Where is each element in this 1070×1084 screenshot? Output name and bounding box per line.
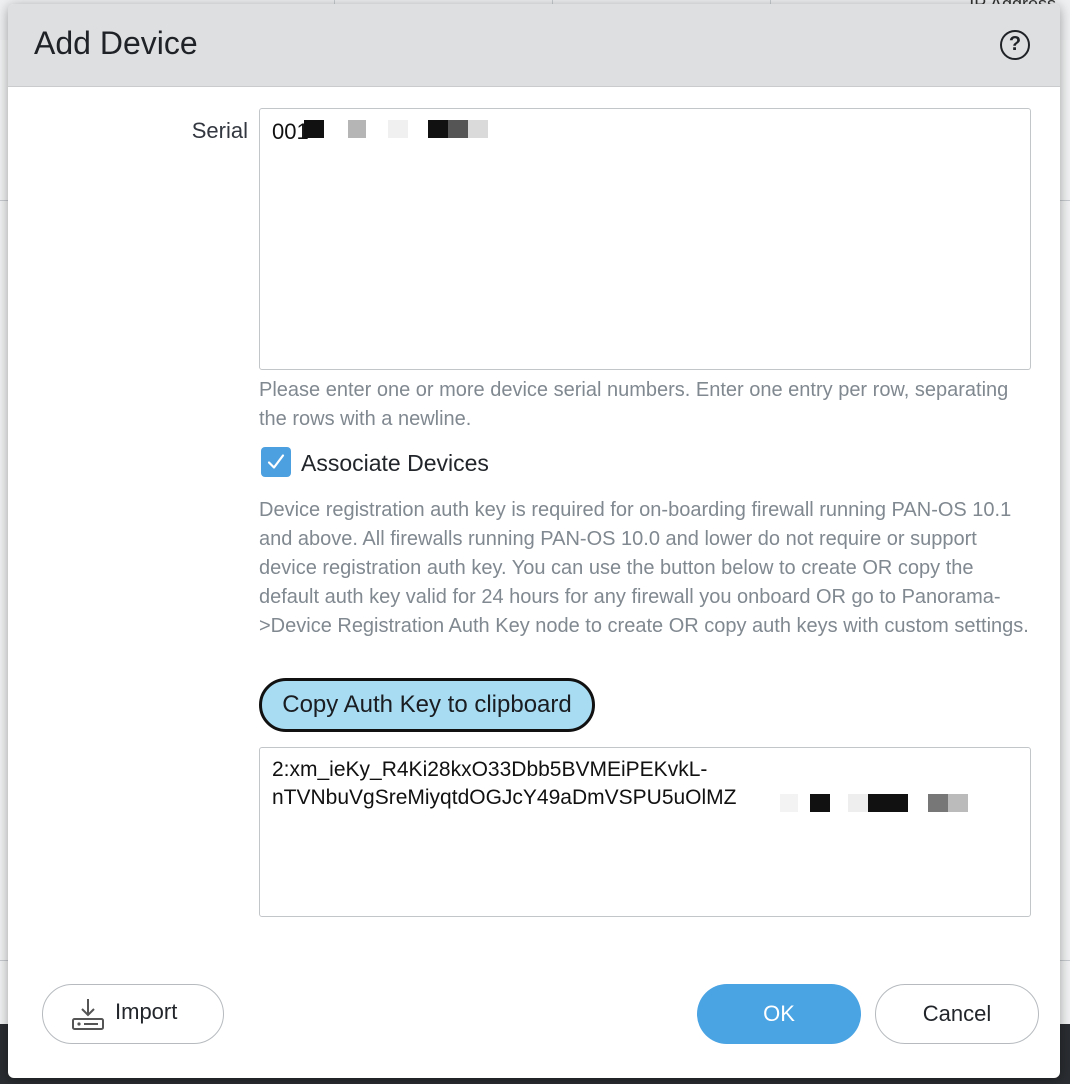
redaction-block (868, 794, 908, 812)
redaction-block (448, 120, 468, 138)
ok-button[interactable]: OK (697, 984, 861, 1044)
checkmark-icon (267, 454, 285, 469)
import-label: Import (115, 999, 178, 1024)
cancel-button[interactable]: Cancel (875, 984, 1039, 1044)
serial-input[interactable]: 001 (259, 108, 1031, 370)
redaction-block (848, 794, 868, 812)
redaction-block (468, 120, 488, 138)
import-icon (72, 999, 104, 1030)
associate-devices-label[interactable]: Associate Devices (301, 448, 489, 478)
redaction-block (348, 120, 366, 138)
help-icon[interactable]: ? (1000, 30, 1030, 60)
dialog-header: Add Device ? (8, 4, 1060, 87)
associate-devices-checkbox[interactable] (261, 447, 291, 477)
auth-key-line: 2:xm_ieKy_R4Ki28kxO33Dbb5BVMEiPEKvkL- (272, 758, 708, 781)
import-button[interactable]: Import (42, 984, 224, 1044)
redaction-block (928, 794, 948, 812)
redaction-block (304, 120, 324, 138)
redaction-block (780, 794, 798, 812)
serial-hint: Please enter one or more device serial n… (259, 379, 1009, 430)
redaction-block (948, 794, 968, 812)
add-device-dialog: Add Device ? Serial 001 Please enter one… (8, 4, 1060, 1078)
redaction-block (428, 120, 448, 138)
copy-auth-key-button[interactable]: Copy Auth Key to clipboard (259, 678, 595, 732)
redaction-block (810, 794, 830, 812)
dialog-title: Add Device (34, 25, 198, 61)
auth-key-field[interactable]: 2:xm_ieKy_R4Ki28kxO33Dbb5BVMEiPEKvkL- nT… (259, 747, 1031, 917)
auth-key-description: Device registration auth key is required… (259, 499, 1029, 637)
serial-label: Serial (191, 118, 248, 143)
redaction-block (388, 120, 408, 138)
